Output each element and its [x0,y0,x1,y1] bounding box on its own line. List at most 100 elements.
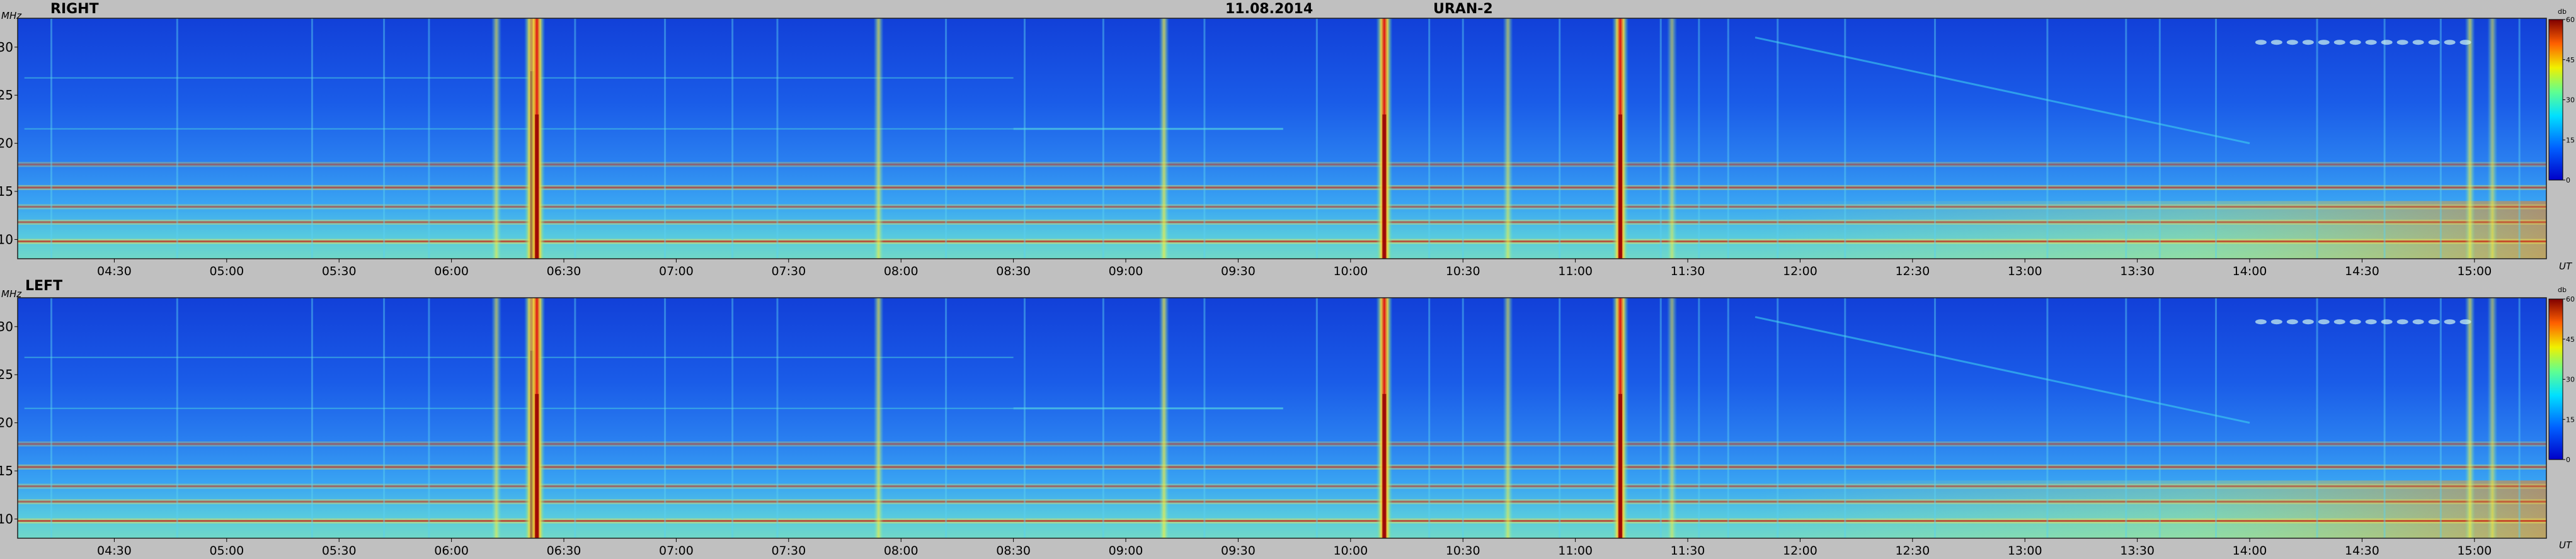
speckle-feature [2318,319,2330,325]
frequency-band [18,443,2546,445]
colorbar-tick-label: 30 [2566,376,2575,384]
x-tick-label: 10:00 [1333,264,1368,278]
x-tick-label: 09:00 [1109,544,1143,558]
noise-streak [1203,18,1206,259]
frequency-band [18,519,2546,522]
y-tick-label: 25 [0,367,13,382]
frequency-band [18,466,2546,468]
colorbar-gradient [2548,19,2563,181]
noise-streak [1777,298,1779,538]
colorbar-tick-label: 0 [2566,456,2570,464]
noise-streak [2518,18,2521,259]
radio-burst [491,298,501,538]
noise-streak [945,18,947,259]
noise-streak [2215,298,2218,538]
colorbar-tick-label: 15 [2566,136,2575,144]
x-tick-label: 05:30 [322,264,357,278]
speckle-feature [2333,40,2345,45]
noise-streak [1315,298,1318,538]
noise-streak [428,18,430,259]
noise-streak [50,298,53,538]
x-tick-label: 06:30 [547,264,581,278]
noise-streak [776,298,779,538]
noise-streak [731,18,734,259]
x-tick-label: 07:30 [771,264,806,278]
frequency-band [18,163,2546,166]
speckle-feature [2428,319,2440,325]
y-tick-label: 30 [0,40,13,55]
radio-burst [1159,18,1169,259]
x-tick-label: 10:30 [1446,544,1480,558]
radio-burst [2487,18,2498,259]
noise-streak [1844,298,1846,538]
noise-streak [2125,18,2127,259]
noise-streak [1727,18,1729,259]
frequency-band [18,500,2546,503]
radio-burst [873,298,884,538]
noise-streak [945,298,947,538]
x-tick-label: 09:30 [1221,264,1256,278]
x-tick-label: 13:00 [2008,544,2042,558]
speckle-feature [2349,40,2361,45]
y-tick-label: 15 [0,463,13,478]
noise-streak [574,298,576,538]
spectrogram-panel-right: 10 15 20 25 30 04:30 05:00 05:30 06:00 06:30 07:00… [0,16,2575,278]
noise-streak [311,298,313,538]
radio-burst-core [535,393,539,538]
noise-streak [2316,298,2318,538]
x-tick-label: 12:00 [1783,264,1818,278]
frequency-band [18,221,2546,223]
noise-streak [2383,298,2386,538]
x-tick-label: 05:30 [322,544,357,558]
x-tick-label: 08:00 [884,264,919,278]
frequency-band [18,240,2546,242]
x-tick-label: 08:00 [884,544,919,558]
x-tick-label: 04:30 [97,264,132,278]
speckle-feature [2302,319,2314,325]
spectrogram-lowfreq-glow [1755,480,2546,538]
noise-streak [1934,18,1937,259]
noise-streak [776,18,779,259]
speckle-feature [2286,40,2298,45]
noise-streak [1698,18,1700,259]
speckle-feature [2270,40,2282,45]
noise-streak [731,298,734,538]
noise-streak [1934,298,1937,538]
x-tick-label: 08:30 [996,264,1031,278]
speckle-feature [2428,40,2440,45]
radio-burst [1667,18,1678,259]
frequency-band-faint [24,77,1014,79]
spectrogram-area: 10 15 20 25 30 04:30 05:00 05:30 06:00 06:30 07:00… [0,18,2547,278]
speckle-feature [2365,40,2377,45]
frequency-band-faint [1013,407,1283,410]
x-tick-label: 09:30 [1221,544,1256,558]
x-tick-label: 11:30 [1671,264,1705,278]
noise-streak [2383,18,2386,259]
x-tick-label: 15:00 [2457,264,2492,278]
spectrogram-panel-left: 10 15 20 25 30 04:30 05:00 05:30 06:00 06:30 07:00… [0,295,2575,558]
speckle-feature [2412,40,2424,45]
speckle-feature [2349,319,2361,325]
radio-burst [1159,298,1169,538]
speckle-feature [2381,319,2393,325]
x-tick-label: 06:00 [434,544,469,558]
x-tick-label: 12:00 [1783,544,1818,558]
frequency-band [18,205,2546,208]
noise-streak [2046,18,2049,259]
frequency-band-faint [1013,128,1283,130]
noise-streak [1559,18,1561,259]
colorbar-tick-label: 0 [2566,176,2570,184]
radio-burst-core [535,114,539,259]
radio-burst [1503,18,1513,259]
spectrogram-lowfreq-glow [1755,201,2546,259]
colorbar: 0 15 30 45 60 [2548,16,2575,184]
noise-streak [2046,298,2049,538]
speckle-feature [2302,40,2314,45]
radio-burst [2464,18,2475,259]
noise-streak [1023,18,1026,259]
x-tick-label: 12:30 [1895,544,1930,558]
noise-streak [1462,18,1464,259]
noise-streak [311,18,313,259]
colorbar-tick-label: 60 [2566,16,2575,24]
noise-streak [1203,298,1206,538]
